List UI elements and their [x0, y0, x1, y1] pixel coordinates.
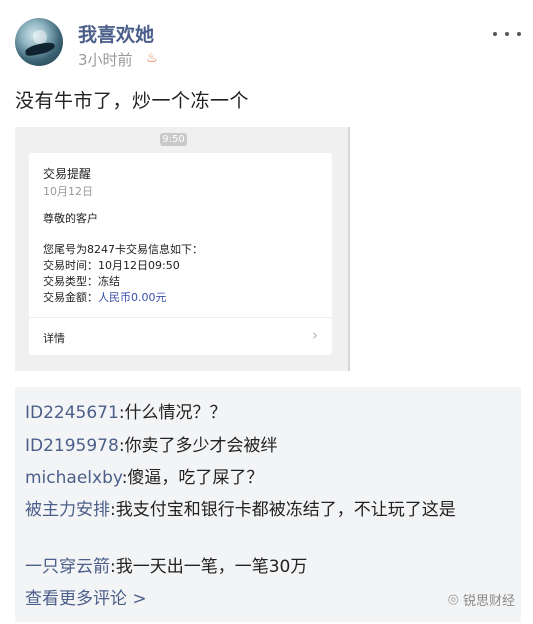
comment-text: :我支付宝和银行卡都被冻结了，不让玩了这是 [110, 500, 456, 520]
comment-item: ID2195978:你卖了多少才会被绊 [25, 433, 511, 460]
message-line: 交易类型：冻结 [43, 275, 120, 288]
message-divider [29, 317, 332, 318]
post-image[interactable]: 9:50 交易提醒 10月12日 尊敬的客户 您尾号为8247卡交易信息如下： … [15, 127, 350, 371]
message-line: 交易金额：人民币0.00元 [43, 289, 167, 305]
comment-item: michaelxby:傻逼，吃了屎了？ [25, 465, 511, 492]
comment-text: :我一天出一笔，一笔30万 [110, 557, 308, 577]
message-title: 交易提醒 [43, 167, 92, 181]
wechat-icon: ◎ [447, 592, 459, 607]
comment-item: 被主力安排:我支付宝和银行卡都被冻结了，不让玩了这是 [25, 497, 511, 524]
message-greeting: 尊敬的客户 [43, 212, 98, 225]
comment-username[interactable]: michaelxby [25, 468, 122, 488]
chevron-right-icon: › [312, 326, 318, 344]
image-edge [348, 127, 350, 371]
watermark-text: 锐思财经 [462, 594, 515, 609]
more-button[interactable] [493, 26, 521, 42]
comment-text: :你卖了多少才会被绊 [118, 436, 278, 456]
message-date: 10月12日 [43, 185, 93, 198]
fire-icon: ♨ [146, 51, 158, 66]
comment-username[interactable]: ID2245671 [25, 403, 119, 423]
message-line: 交易时间：10月12日09:50 [43, 259, 180, 272]
dot-icon [493, 32, 497, 36]
post-username[interactable]: 我喜欢她 [78, 20, 154, 47]
watermark: ◎ 锐思财经 [448, 590, 515, 609]
message-detail-label: 详情 [43, 332, 65, 345]
amount-value: 人民币0.00元 [98, 291, 167, 304]
avatar-shape [24, 40, 56, 58]
comment-text: :什么情况？？ [118, 403, 227, 423]
avatar[interactable] [15, 18, 63, 66]
comments-section: ID2245671:什么情况？？ ID2195978:你卖了多少才会被绊 mic… [15, 387, 521, 622]
dot-icon [505, 32, 509, 36]
comment-username[interactable]: 一只穿云箭 [25, 557, 110, 577]
post-time: 3小时前 [78, 51, 133, 69]
sms-message-card: 交易提醒 10月12日 尊敬的客户 您尾号为8247卡交易信息如下： 交易时间：… [29, 153, 332, 355]
comment-item: ID2245671:什么情况？？ [25, 400, 511, 427]
dot-icon [517, 32, 521, 36]
post-text: 没有牛市了，炒一个冻一个 [15, 90, 250, 112]
comment-username[interactable]: 被主力安排 [25, 500, 110, 520]
comment-item: 一只穿云箭:我一天出一笔，一笔30万 [25, 554, 511, 581]
amount-label: 交易金额： [43, 291, 98, 304]
view-more-comments-link[interactable]: 查看更多评论 > [25, 586, 147, 613]
comment-username[interactable]: ID2195978 [25, 436, 119, 456]
image-clock: 9:50 [160, 133, 187, 146]
comment-text: :傻逼，吃了屎了？ [121, 468, 264, 488]
message-line: 您尾号为8247卡交易信息如下： [43, 243, 203, 256]
